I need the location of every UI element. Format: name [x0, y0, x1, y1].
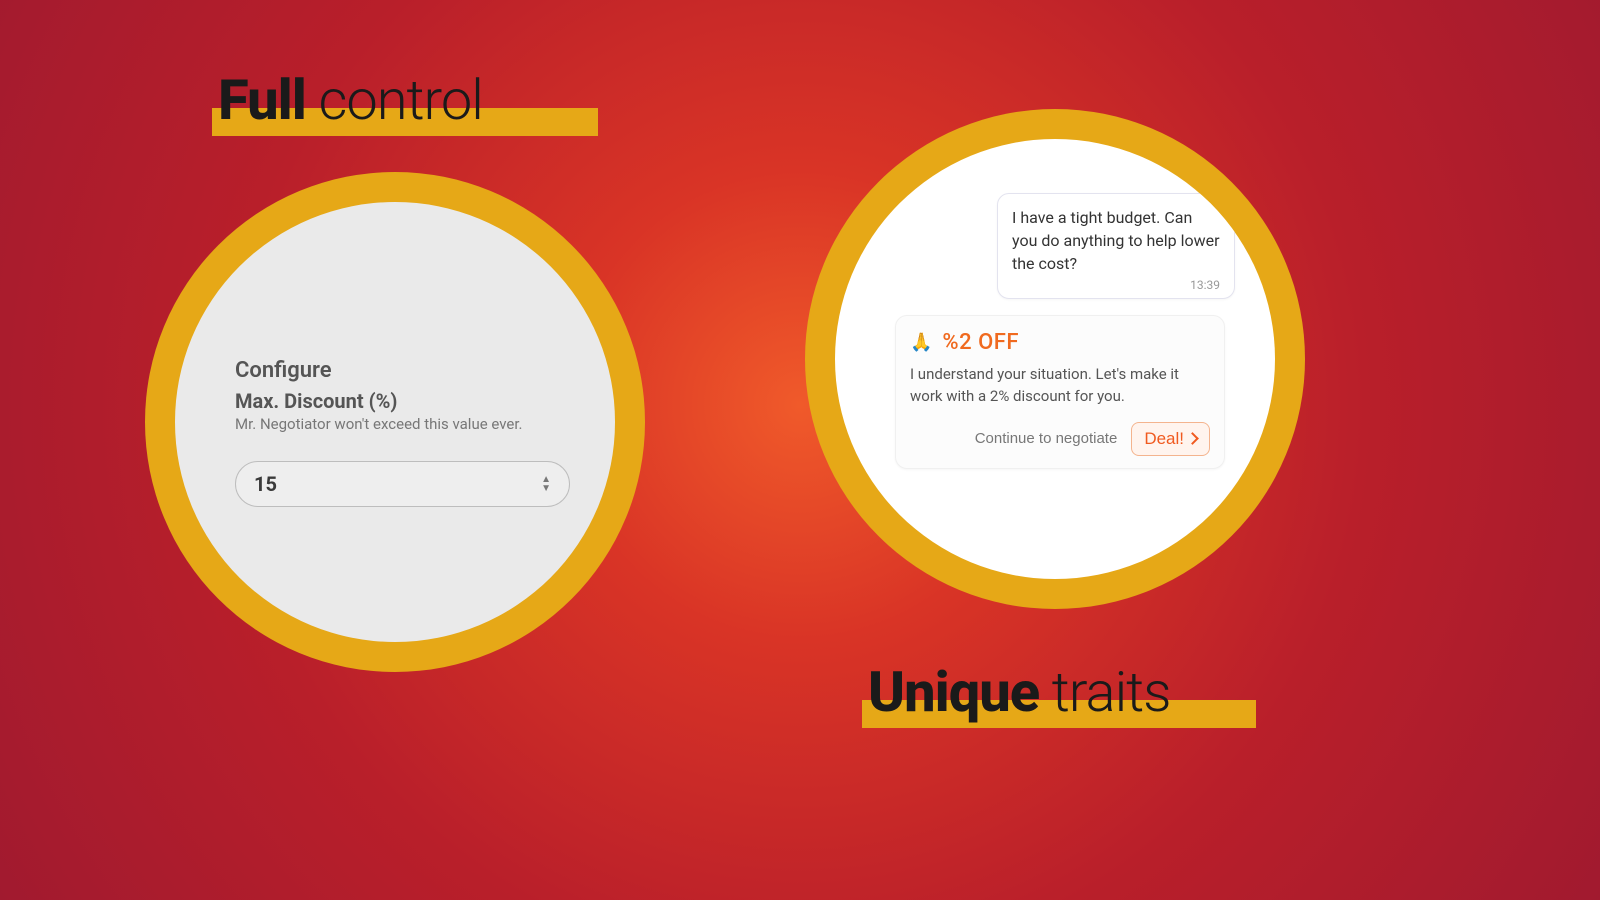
max-discount-label: Max. Discount (%): [235, 389, 555, 413]
chat-bubble-bot: 🙏 %2 OFF I understand your situation. Le…: [895, 315, 1225, 469]
continue-negotiate-button[interactable]: Continue to negotiate: [975, 430, 1118, 447]
circle-frame-left: Configure Max. Discount (%) Mr. Negotiat…: [145, 172, 645, 672]
heading-light-word: control: [306, 67, 483, 133]
chevron-right-icon: [1186, 432, 1199, 445]
chat-panel-circle: I have a tight budget. Can you do anythi…: [835, 139, 1275, 579]
offer-amount-label: %2 OFF: [942, 330, 1019, 355]
max-discount-help-text: Mr. Negotiator won't exceed this value e…: [235, 415, 555, 433]
config-section-title: Configure: [235, 358, 555, 383]
chat-panel: I have a tight budget. Can you do anythi…: [895, 193, 1235, 469]
heading-bold-word: Unique: [868, 659, 1039, 725]
heading-full-control: Full control: [218, 72, 483, 128]
circle-frame-right: I have a tight budget. Can you do anythi…: [805, 109, 1305, 609]
chat-bubble-user: I have a tight budget. Can you do anythi…: [997, 193, 1235, 299]
pray-emoji-icon: 🙏: [910, 332, 932, 353]
stepper-value: 15: [254, 472, 277, 496]
config-panel: Configure Max. Discount (%) Mr. Negotiat…: [235, 358, 555, 507]
heading-unique-traits: Unique traits: [868, 664, 1171, 720]
user-message-text: I have a tight budget. Can you do anythi…: [1012, 206, 1220, 276]
deal-button[interactable]: Deal!: [1131, 422, 1210, 456]
offer-row: 🙏 %2 OFF: [910, 330, 1210, 355]
stepper-arrows-icon[interactable]: ▲▼: [541, 476, 551, 493]
max-discount-stepper[interactable]: 15 ▲▼: [235, 461, 570, 507]
bot-message-text: I understand your situation. Let's make …: [910, 363, 1210, 408]
heading-light-word: traits: [1039, 659, 1170, 725]
config-panel-circle: Configure Max. Discount (%) Mr. Negotiat…: [175, 202, 615, 642]
bot-action-row: Continue to negotiate Deal!: [910, 422, 1210, 456]
deal-button-label: Deal!: [1144, 429, 1184, 449]
heading-bold-word: Full: [218, 67, 306, 133]
message-timestamp: 13:39: [1012, 278, 1220, 292]
